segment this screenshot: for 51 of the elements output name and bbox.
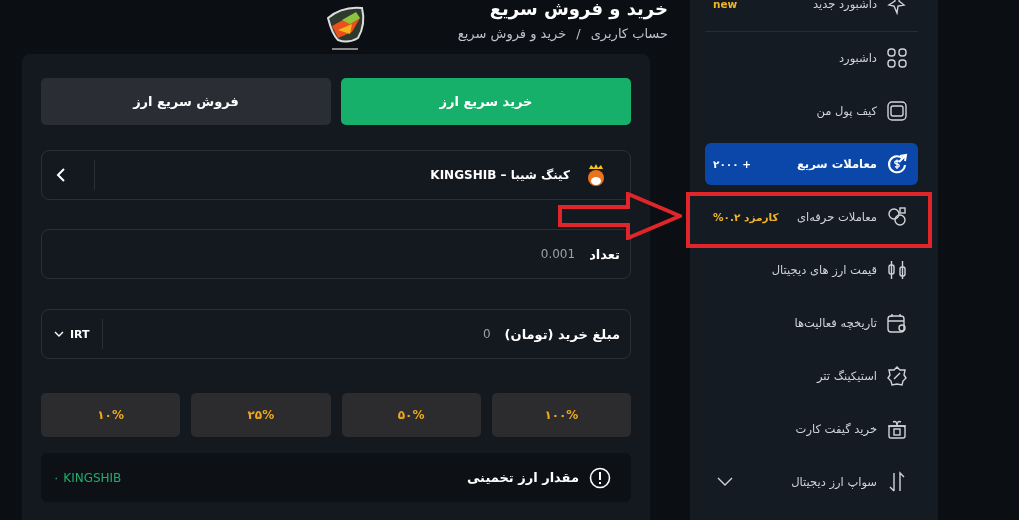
percent-badge-icon bbox=[886, 365, 908, 387]
sidebar-item[interactable]: تاریخچه فعالیت‌ها bbox=[705, 297, 918, 349]
sidebar-label: کیف پول من bbox=[816, 104, 877, 118]
percent-button[interactable]: ۱۰۰% bbox=[491, 393, 631, 437]
trade-tab[interactable]: فروش سریع ارز bbox=[41, 78, 331, 125]
sidebar-item[interactable]: معاملات سریع + ۲۰۰۰ bbox=[705, 143, 918, 185]
sidebar-item[interactable]: سواپ ارز دیجیتال bbox=[705, 456, 918, 508]
page-title: خرید و فروش سریع bbox=[489, 0, 668, 22]
currency-dropdown[interactable]: IRT bbox=[42, 327, 102, 341]
dollar-arrow-icon bbox=[886, 153, 908, 175]
estimate-value: ۰ KINGSHIB bbox=[53, 470, 122, 485]
sidebar-label: سواپ ارز دیجیتال bbox=[791, 475, 877, 489]
sidebar-item[interactable]: استیکینگ تتر bbox=[705, 350, 918, 402]
percent-button[interactable]: ۱۰% bbox=[41, 393, 181, 437]
breadcrumb-separator: / bbox=[576, 26, 581, 41]
percent-button[interactable]: ۲۵% bbox=[191, 393, 331, 437]
coin-name: کینگ شیبا – KINGSHIB bbox=[430, 168, 570, 182]
sidebar-item[interactable]: خرید گیفت کارت bbox=[705, 403, 918, 455]
info-icon bbox=[589, 466, 611, 489]
wallet-icon bbox=[886, 100, 908, 122]
sidebar-tag-label: new bbox=[713, 0, 738, 10]
sidebar-tag-label: + ۲۰۰۰ bbox=[713, 158, 752, 170]
percent-button[interactable]: ۵۰% bbox=[341, 393, 481, 437]
sidebar-label: معاملات سریع bbox=[797, 157, 877, 171]
chevron-left-icon bbox=[56, 167, 66, 183]
grid-icon bbox=[886, 47, 908, 69]
circles-icon bbox=[886, 206, 908, 228]
sidebar-label: استیکینگ تتر bbox=[816, 369, 877, 383]
amount-label: مبلغ خرید (تومان) bbox=[504, 326, 620, 342]
coin-selector[interactable]: کینگ شیبا – KINGSHIB bbox=[41, 150, 631, 200]
gift-icon bbox=[886, 418, 908, 440]
sidebar-label: تاریخچه فعالیت‌ها bbox=[794, 316, 877, 330]
sidebar-label: قیمت ارز های دیجیتال bbox=[771, 263, 877, 277]
sidebar-label: داشبورد bbox=[838, 51, 877, 65]
sidebar-label: خرید گیفت کارت bbox=[795, 422, 877, 436]
breadcrumb-link[interactable]: حساب کاربری bbox=[590, 26, 668, 41]
sidebar-label: معاملات حرفه‌ای bbox=[796, 210, 877, 224]
quantity-label: تعداد bbox=[589, 246, 620, 262]
amount-input[interactable]: 0 bbox=[102, 326, 505, 342]
candles-icon bbox=[886, 259, 908, 281]
calendar-search-icon bbox=[886, 312, 908, 334]
estimate-label: مقدار ارز تخمینی bbox=[466, 470, 579, 485]
quantity-input[interactable]: 0.001 bbox=[42, 246, 590, 262]
sidebar-tag-label: کارمزد ۰.۲% bbox=[713, 211, 779, 223]
sidebar-item[interactable]: قیمت ارز های دیجیتال bbox=[705, 244, 918, 296]
chevron-down-icon bbox=[54, 331, 64, 337]
sidebar-item[interactable]: داشبورد bbox=[705, 32, 918, 84]
sidebar-label: داشبورد جدید bbox=[812, 0, 877, 11]
sidebar-item[interactable]: کیف پول من bbox=[705, 85, 918, 137]
breadcrumb-link[interactable]: خرید و فروش سریع bbox=[457, 26, 567, 41]
sidebar-item[interactable]: معاملات حرفه‌ای کارمزد ۰.۲% bbox=[705, 191, 918, 243]
